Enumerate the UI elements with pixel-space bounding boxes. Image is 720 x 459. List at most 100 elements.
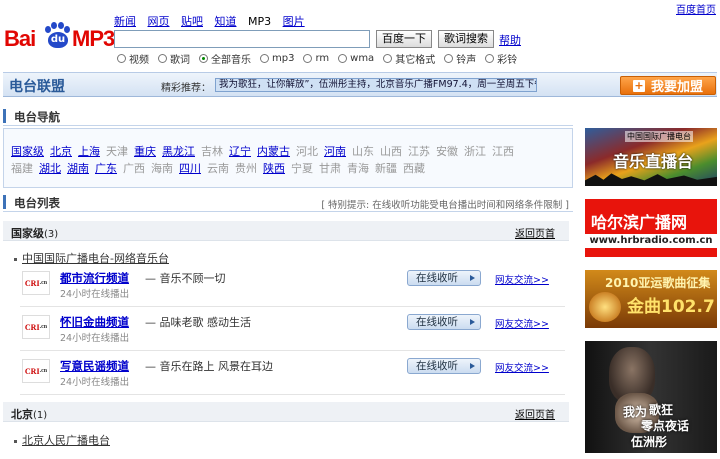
region-item: 广西 [123, 162, 145, 175]
region-item: 宁夏 [291, 162, 313, 175]
station-row: CRI .cn 写意民谣频道 — 音乐在路上 风景在耳边 24小时在线播出 在线收… [20, 353, 565, 395]
nav-web[interactable]: 网页 [148, 15, 170, 28]
nav-tieba[interactable]: 贴吧 [181, 15, 203, 28]
logo-text-du: du [48, 32, 68, 48]
nav-images[interactable]: 图片 [283, 15, 305, 28]
region-item[interactable]: 四川 [179, 162, 201, 175]
region-item[interactable]: 国家级 [11, 145, 44, 158]
help-link[interactable]: 帮助 [499, 32, 521, 48]
region-item: 海南 [151, 162, 173, 175]
search-type-radios: 视频 歌词 全部音乐 mp3 rm wma 其它格式 铃声 彩铃 [117, 51, 526, 66]
region-item[interactable]: 北京 [50, 145, 72, 158]
station-name-link[interactable]: 都市流行频道 [60, 270, 129, 286]
group-header-beijing: 北京(1) 返回页首 [3, 402, 569, 422]
region-item[interactable]: 湖南 [67, 162, 89, 175]
baidu-home-link[interactable]: 百度首页 [676, 1, 716, 16]
radio-alliance-banner: 电台联盟 精彩推荐： 我为歌狂，让你解放”，伍洲彤主持，北京音乐广播FM97.4… [3, 72, 717, 97]
forum-link[interactable]: 网友交流>> [495, 360, 549, 374]
station-schedule: 24小时在线播出 [60, 289, 130, 300]
station-schedule: 24小时在线播出 [60, 377, 130, 388]
listen-online-button[interactable]: 在线收听 [407, 314, 481, 330]
ad-music-live[interactable]: 中国国际广播电台 音乐直播台 [585, 128, 717, 186]
radio-nav-header: 电台导航 [3, 106, 573, 126]
station-name-link[interactable]: 写意民谣频道 [60, 358, 129, 374]
region-item: 天津 [106, 145, 128, 158]
radio-rm[interactable]: rm [303, 51, 329, 66]
region-item: 甘肃 [319, 162, 341, 175]
region-item: 福建 [11, 162, 33, 175]
region-item[interactable]: 陕西 [263, 162, 285, 175]
region-item: 云南 [207, 162, 229, 175]
section-bar-icon [3, 109, 6, 123]
station-logo-icon [589, 292, 621, 322]
back-to-top-link[interactable]: 返回页首 [515, 225, 555, 240]
station-desc: — 品味老歌 感动生活 [145, 316, 251, 329]
crl-logo-icon: CRI .cn [22, 315, 50, 339]
region-item[interactable]: 内蒙古 [257, 145, 290, 158]
crl-logo-icon: CRI .cn [22, 271, 50, 295]
logo-text-mp3: MP3 [72, 26, 115, 51]
region-item: 山东 [352, 145, 374, 158]
recommend-marquee[interactable]: 我为歌狂，让你解放”，伍洲彤主持，北京音乐广播FM97.4，周一至周五下午5:3… [215, 78, 537, 92]
bullet-icon [14, 257, 17, 261]
region-item: 西藏 [403, 162, 425, 175]
station-schedule: 24小时在线播出 [60, 333, 130, 344]
recommend-label: 精彩推荐： [161, 83, 211, 94]
lyrics-search-button[interactable]: 歌词搜索 [438, 30, 494, 48]
region-item: 青海 [347, 162, 369, 175]
plus-icon: + [632, 78, 645, 92]
skyline-graphic [585, 173, 717, 186]
ad-asian-games-song[interactable]: 2010亚运歌曲征集 金曲102.7 [585, 270, 717, 328]
region-item: 安徽 [436, 145, 458, 158]
region-item: 浙江 [464, 145, 486, 158]
region-item: 吉林 [201, 145, 223, 158]
region-item[interactable]: 广东 [95, 162, 117, 175]
radio-other-format[interactable]: 其它格式 [383, 51, 435, 66]
top-nav: 新闻 网页 贴吧 知道 MP3 图片 [114, 13, 313, 29]
region-item[interactable]: 河南 [324, 145, 346, 158]
station-name-link[interactable]: 怀旧金曲频道 [60, 314, 129, 330]
region-item[interactable]: 辽宁 [229, 145, 251, 158]
org-link[interactable]: 北京人民广播电台 [22, 434, 110, 447]
paw-icon: du [44, 22, 70, 50]
region-item[interactable]: 重庆 [134, 145, 156, 158]
region-item: 江苏 [408, 145, 430, 158]
join-button[interactable]: + 我要加盟 [620, 76, 716, 95]
nav-news[interactable]: 新闻 [114, 15, 136, 28]
search-button[interactable]: 百度一下 [376, 30, 432, 48]
section-bar-icon [3, 195, 6, 209]
radio-list-header: 电台列表 [ 特别提示: 在线收听功能受电台播出时间和网络条件限制 ] [3, 192, 573, 212]
org-item: 北京人民广播电台 [14, 432, 110, 448]
bullet-icon [14, 439, 17, 443]
radio-all-music[interactable]: 全部音乐 [199, 51, 251, 66]
region-item[interactable]: 湖北 [39, 162, 61, 175]
search-input[interactable] [114, 30, 370, 48]
forum-link[interactable]: 网友交流>> [495, 272, 549, 286]
radio-mp3[interactable]: mp3 [260, 51, 294, 66]
station-desc: — 音乐不顾一切 [145, 272, 226, 285]
region-item: 山西 [380, 145, 402, 158]
region-item[interactable]: 上海 [78, 145, 100, 158]
page-title: 电台联盟 [9, 79, 65, 95]
region-nav: 国家级 北京 上海 天津 重庆 黑龙江 吉林 辽宁 内蒙古 河北 河南 山东 山西 江苏 安徽 浙江 江西 福建… [3, 128, 573, 188]
play-arrow-icon [470, 363, 475, 369]
listen-online-button[interactable]: 在线收听 [407, 358, 481, 374]
forum-link[interactable]: 网友交流>> [495, 316, 549, 330]
baidu-mp3-logo[interactable]: Bai du MP3 [4, 14, 115, 51]
ad-night-talk[interactable]: 我为 歌狂 零点夜话 伍洲彤 [585, 341, 717, 453]
listen-online-button[interactable]: 在线收听 [407, 270, 481, 286]
org-link[interactable]: 中国国际广播电台-网络音乐台 [22, 252, 169, 265]
nav-zhidao[interactable]: 知道 [215, 15, 237, 28]
radio-video[interactable]: 视频 [117, 51, 149, 66]
radio-color-ring[interactable]: 彩铃 [485, 51, 517, 66]
region-item: 河北 [296, 145, 318, 158]
region-item[interactable]: 黑龙江 [162, 145, 195, 158]
station-row: CRI .cn 都市流行频道 — 音乐不顾一切 24小时在线播出 在线收听 网友交… [20, 265, 565, 307]
radio-lyrics[interactable]: 歌词 [158, 51, 190, 66]
back-to-top-link[interactable]: 返回页首 [515, 406, 555, 421]
ad-harbin-radio[interactable]: 哈尔滨广播网 www.hrbradio.com.cn [585, 199, 717, 257]
station-desc: — 音乐在路上 风景在耳边 [145, 360, 273, 373]
radio-ringtone[interactable]: 铃声 [444, 51, 476, 66]
radio-wma[interactable]: wma [338, 51, 374, 66]
logo-text-bai: Bai [4, 26, 36, 51]
